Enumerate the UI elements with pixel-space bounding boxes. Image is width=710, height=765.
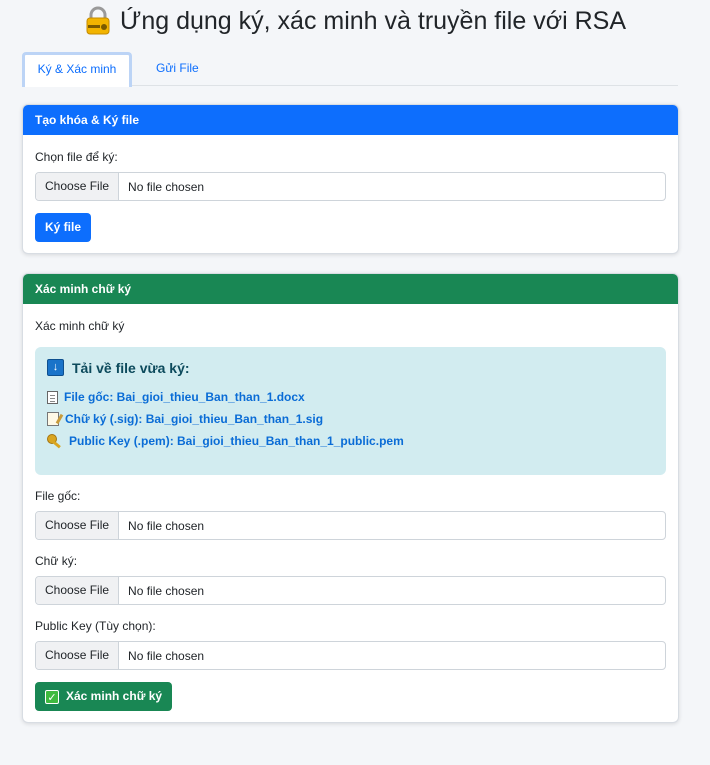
sign-file-label: Chọn file để ký: — [35, 150, 118, 164]
document-icon — [47, 390, 58, 404]
download-signature-link[interactable]: Chữ ký (.sig): Bai_gioi_thieu_Ban_than_1… — [47, 412, 323, 426]
lock-with-key-icon — [84, 6, 112, 36]
file-name-text: No file chosen — [128, 583, 205, 598]
tab-bar: Ký & Xác minh Gửi File — [22, 52, 678, 87]
choose-file-button[interactable]: Choose File — [36, 577, 120, 604]
verify-signature-label: Xác minh chữ ký — [66, 689, 163, 703]
tab-send-file[interactable]: Gửi File — [144, 52, 211, 87]
verify-card-header: Xác minh chữ ký — [23, 274, 678, 304]
download-title: Tải về file vừa ký: — [72, 359, 190, 376]
download-public-key-link[interactable]: Public Key (.pem): Bai_gioi_thieu_Ban_th… — [47, 434, 404, 448]
file-name-text: No file chosen — [128, 518, 205, 533]
verify-intro: Xác minh chữ ký — [35, 319, 125, 333]
signature-icon — [47, 412, 59, 426]
file-name-text: No file chosen — [128, 648, 205, 663]
choose-file-button[interactable]: Choose File — [36, 173, 120, 200]
original-file-input[interactable]: Choose File No file chosen — [35, 511, 666, 540]
download-icon: ↓ — [47, 359, 64, 376]
original-file-label: File gốc: — [35, 489, 81, 503]
public-key-label: Public Key (Tùy chọn): — [35, 619, 156, 633]
download-public-key-text[interactable]: Public Key (.pem): Bai_gioi_thieu_Ban_th… — [69, 434, 404, 448]
page-title-row: Ứng dụng ký, xác minh và truyền file với… — [0, 5, 710, 37]
download-signature-text[interactable]: Chữ ký (.sig): Bai_gioi_thieu_Ban_than_1… — [65, 412, 323, 426]
verify-signature-button[interactable]: ✓ Xác minh chữ ký — [35, 682, 173, 711]
download-original-text[interactable]: File gốc: Bai_gioi_thieu_Ban_than_1.docx — [64, 390, 305, 404]
sign-file-input[interactable]: Choose File No file chosen — [35, 172, 666, 201]
public-key-input[interactable]: Choose File No file chosen — [35, 641, 666, 670]
sign-file-button[interactable]: Ký file — [35, 213, 92, 242]
tab-sign-verify[interactable]: Ký & Xác minh — [22, 52, 132, 87]
signature-file-label: Chữ ký: — [35, 554, 78, 568]
download-original-link[interactable]: File gốc: Bai_gioi_thieu_Ban_than_1.docx — [47, 390, 305, 404]
page-title: Ứng dụng ký, xác minh và truyền file với… — [119, 6, 627, 35]
choose-file-button[interactable]: Choose File — [36, 512, 120, 539]
check-icon: ✓ — [45, 689, 59, 704]
download-title-row: ↓ Tải về file vừa ký: — [47, 359, 190, 376]
choose-file-button[interactable]: Choose File — [36, 642, 120, 669]
sign-card-header: Tạo khóa & Ký file — [23, 105, 678, 135]
sign-card: Tạo khóa & Ký file Chọn file để ký: Choo… — [22, 104, 679, 254]
download-panel: ↓ Tải về file vừa ký: File gốc: Bai_gioi… — [35, 347, 666, 475]
key-icon — [47, 434, 63, 448]
signature-file-input[interactable]: Choose File No file chosen — [35, 576, 666, 605]
verify-card: Xác minh chữ ký Xác minh chữ ký ↓ Tải về… — [22, 273, 679, 723]
file-name-text: No file chosen — [128, 179, 205, 194]
